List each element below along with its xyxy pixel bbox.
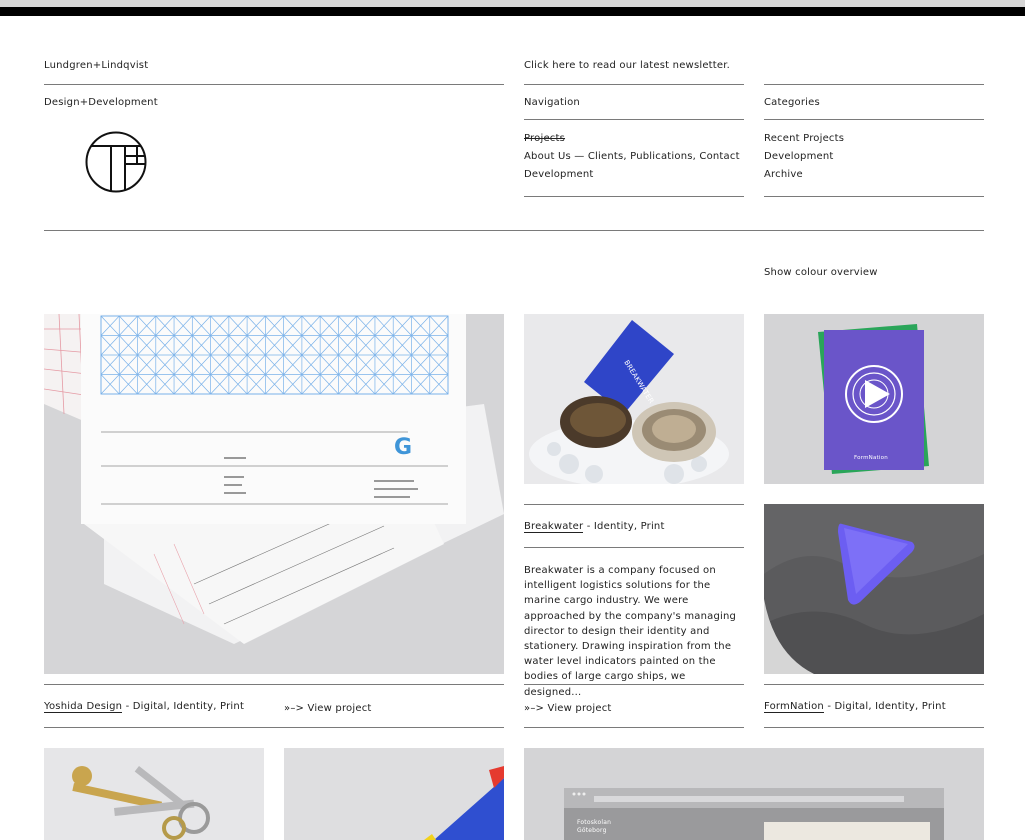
newsletter-link[interactable]: Click here to read our latest newsletter… — [524, 60, 730, 72]
view-project-breakwater[interactable]: »–> View project — [524, 703, 612, 715]
arrow-icon: »–> — [524, 703, 545, 714]
project-tags: - Digital, Identity, Print — [823, 701, 946, 712]
divider — [524, 684, 744, 685]
project-caption-yoshida: Yoshida Design - Digital, Identity, Prin… — [44, 701, 244, 713]
divider — [524, 547, 744, 548]
colour-project-image[interactable] — [284, 748, 504, 840]
divider — [524, 504, 744, 505]
show-colour-overview-link[interactable]: Show colour overview — [764, 267, 878, 279]
formnation-badge-image[interactable] — [764, 504, 984, 674]
project-tags: - Digital, Identity, Print — [122, 701, 245, 712]
view-project-label: View project — [307, 703, 372, 714]
brand-link[interactable]: Lundgren+Lindqvist — [44, 60, 148, 72]
breakwater-link[interactable]: Breakwater — [524, 521, 584, 533]
divider — [764, 196, 984, 197]
yoshida-design-link[interactable]: Yoshida Design — [44, 701, 123, 713]
fotoskolan-project-image[interactable]: Fotoskolan Göteborg — [524, 748, 984, 840]
view-project-label: View project — [547, 703, 612, 714]
divider — [524, 727, 744, 728]
formnation-card-image[interactable]: FormNation — [764, 314, 984, 484]
categories-heading: Categories — [764, 97, 820, 108]
divider — [44, 84, 504, 85]
divider — [44, 684, 504, 685]
browser-chrome — [0, 0, 1025, 7]
project-caption-breakwater: Breakwater - Identity, Print — [524, 521, 665, 533]
formnation-link[interactable]: FormNation — [764, 701, 824, 713]
category-recent-projects[interactable]: Recent Projects — [764, 133, 844, 145]
header-divider — [44, 230, 984, 231]
yoshida-design-image[interactable]: G — [44, 314, 504, 674]
view-project-yoshida[interactable]: »–> View project — [284, 703, 372, 715]
tagline: Design+Development — [44, 97, 158, 108]
divider — [524, 84, 744, 85]
navigation-heading: Navigation — [524, 97, 580, 108]
project-tags: - Identity, Print — [583, 521, 665, 532]
divider — [764, 727, 984, 728]
divider — [524, 119, 744, 120]
fotoskolan-text-1: Fotoskolan — [577, 819, 611, 826]
divider — [764, 684, 984, 685]
divider — [764, 84, 984, 85]
nav-projects-link[interactable]: Projects — [524, 133, 565, 145]
studio-logo-icon[interactable] — [85, 131, 147, 193]
divider — [524, 196, 744, 197]
formnation-card-text: FormNation — [854, 455, 888, 461]
breakwater-image[interactable]: BREAKWATER — [524, 314, 744, 484]
nav-about-link[interactable]: About Us — Clients, Publications, Contac… — [524, 151, 740, 163]
breakwater-description: Breakwater is a company focused on intel… — [524, 565, 737, 698]
keys-project-image[interactable] — [44, 748, 264, 840]
browser-top-bar — [0, 7, 1025, 16]
category-archive[interactable]: Archive — [764, 169, 803, 181]
nav-development-link[interactable]: Development — [524, 169, 594, 181]
divider — [44, 727, 504, 728]
fotoskolan-text-2: Göteborg — [577, 827, 607, 834]
category-development[interactable]: Development — [764, 151, 834, 163]
svg-text:G: G — [394, 435, 412, 460]
arrow-icon: »–> — [284, 703, 305, 714]
project-caption-formnation: FormNation - Digital, Identity, Print — [764, 701, 946, 713]
divider — [764, 119, 984, 120]
